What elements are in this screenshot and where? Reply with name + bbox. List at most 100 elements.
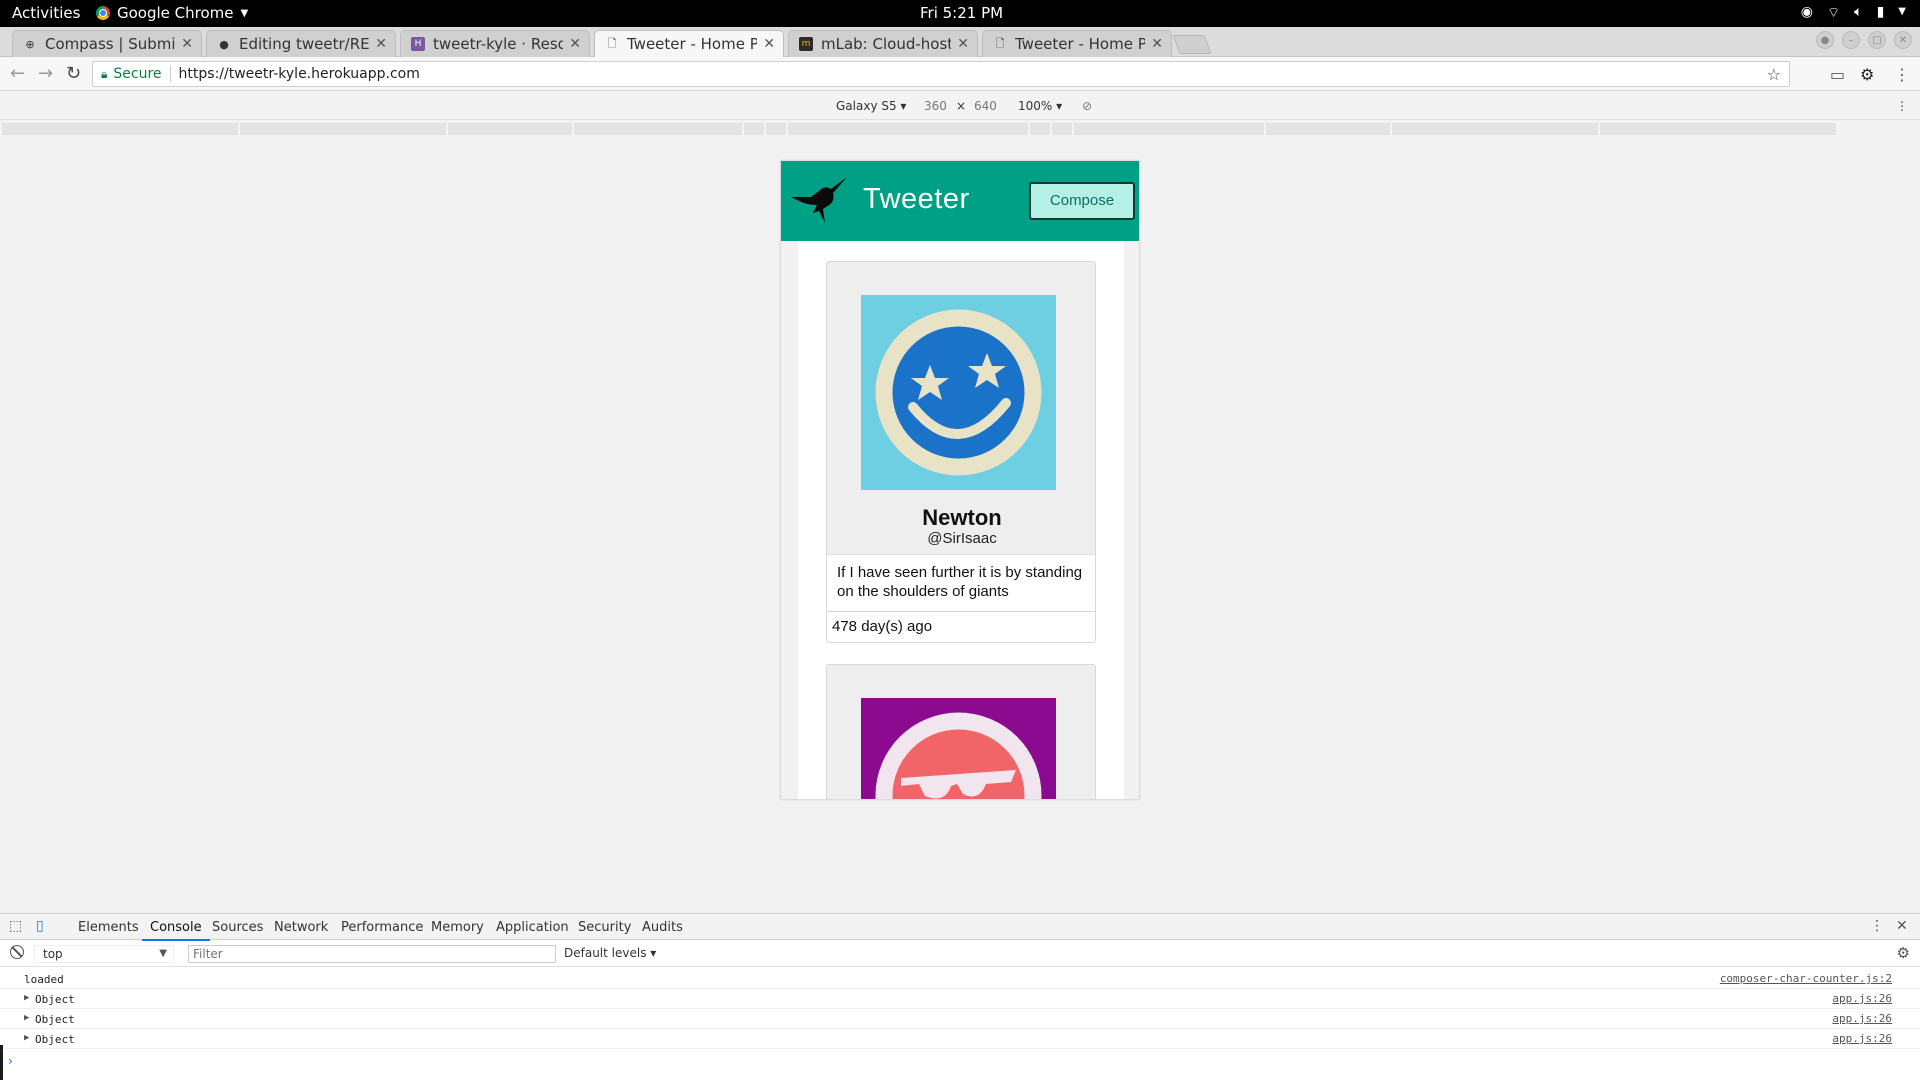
close-icon[interactable]: ✕: [181, 36, 193, 52]
clock[interactable]: Fri 5:21 PM: [920, 4, 1003, 22]
devtools-tab-network[interactable]: Network: [274, 920, 328, 935]
close-icon[interactable]: ✕: [569, 36, 581, 52]
zoom-select[interactable]: 100% ▾: [1018, 99, 1062, 113]
log-source-link[interactable]: app.js:26: [1832, 992, 1892, 1005]
log-source-link[interactable]: composer-char-counter.js:2: [1720, 972, 1892, 985]
address-bar[interactable]: 🔒︎ Secure https://tweetr-kyle.herokuapp.…: [92, 61, 1790, 87]
tweet-timestamp: 478 day(s) ago: [827, 612, 1095, 642]
gear-icon[interactable]: ⚙: [1897, 944, 1910, 962]
forward-arrow-icon[interactable]: →: [38, 63, 53, 84]
heroku-icon: H: [411, 37, 425, 51]
device-toolbar: Galaxy S5 ▾ 360 × 640 100% ▾ ⊘ ⋮: [0, 92, 1920, 120]
url-text[interactable]: https://tweetr-kyle.herokuapp.com: [179, 66, 420, 82]
devtools-panel: ⬚ ▯ Elements Console Sources Network Per…: [0, 913, 1920, 1080]
device-height[interactable]: 640: [974, 99, 997, 113]
console-log-row: loaded composer-char-counter.js:2: [0, 969, 1920, 989]
inspect-element-icon[interactable]: ⬚: [9, 918, 22, 934]
tab-title: mLab: Cloud-hoste: [821, 35, 952, 53]
window-controls: ● – □ ✕: [1816, 31, 1912, 49]
devtools-tab-performance[interactable]: Performance: [341, 920, 423, 935]
log-message[interactable]: Object: [35, 1033, 75, 1046]
log-levels-select[interactable]: Default levels ▾: [564, 946, 656, 960]
log-source-link[interactable]: app.js:26: [1832, 1032, 1892, 1045]
app-title: Tweeter: [863, 183, 970, 215]
caret-down-icon: ▼: [159, 948, 167, 959]
close-icon[interactable]: ✕: [1151, 36, 1163, 52]
back-arrow-icon[interactable]: ←: [10, 63, 25, 84]
page-icon: 🗋︎: [607, 36, 617, 50]
log-message[interactable]: Object: [35, 1013, 75, 1026]
tweet-card: [826, 664, 1096, 799]
more-options-icon[interactable]: ⋮: [1896, 99, 1908, 113]
minimize-icon[interactable]: –: [1842, 31, 1860, 49]
console-filter-input[interactable]: [188, 945, 556, 963]
clear-console-icon[interactable]: [10, 945, 24, 959]
devtools-tab-security[interactable]: Security: [578, 920, 631, 935]
chrome-menu-icon[interactable]: ⋮: [1894, 65, 1910, 84]
app-navbar: Tweeter Compose: [781, 161, 1139, 241]
page-icon: 🗋︎: [995, 36, 1005, 50]
rotate-icon[interactable]: ⊘: [1082, 99, 1092, 113]
lock-icon: 🔒︎: [101, 66, 108, 81]
device-width[interactable]: 360: [924, 99, 947, 113]
tab-mlab[interactable]: m mLab: Cloud-hoste ✕: [788, 30, 978, 57]
dimension-separator: ×: [956, 99, 967, 113]
devtools-tab-application[interactable]: Application: [496, 920, 569, 935]
compose-button[interactable]: Compose: [1029, 182, 1135, 220]
reload-icon[interactable]: ↻: [66, 63, 81, 84]
tab-tweeter-active[interactable]: 🗋︎ Tweeter - Home Pa ✕: [594, 30, 784, 57]
extension-icon[interactable]: ⚙: [1860, 65, 1874, 84]
tab-compass[interactable]: ⊕ Compass | Submit F ✕: [12, 30, 202, 57]
devtools-tab-sources[interactable]: Sources: [212, 920, 263, 935]
window-edge: [0, 1045, 3, 1080]
tab-title: tweetr-kyle · Resou: [433, 35, 564, 53]
close-devtools-icon[interactable]: ✕: [1896, 918, 1908, 934]
log-source-link[interactable]: app.js:26: [1832, 1012, 1892, 1025]
device-toggle-icon[interactable]: ▯: [36, 918, 44, 934]
new-tab-button[interactable]: [1172, 35, 1212, 54]
devtools-tab-audits[interactable]: Audits: [642, 920, 683, 935]
devtools-menu-icon[interactable]: ⋮: [1870, 918, 1884, 934]
device-select[interactable]: Galaxy S5 ▾: [836, 99, 906, 113]
emulated-device: Tweeter Compose Newton @SirIsaac If I ha…: [780, 160, 1140, 800]
tweet-author-handle: @SirIsaac: [927, 530, 997, 547]
chrome-icon: [96, 6, 110, 20]
expand-triangle-icon[interactable]: ▶: [24, 1013, 29, 1023]
console-log-row[interactable]: ▶ Object app.js:26: [0, 989, 1920, 1009]
log-message[interactable]: Object: [35, 993, 75, 1006]
profile-icon[interactable]: ●: [1816, 31, 1834, 49]
extension-icon[interactable]: ▭: [1830, 65, 1845, 84]
tweet-feed: Newton @SirIsaac If I have seen further …: [798, 241, 1124, 799]
app-menu[interactable]: Google Chrome ▼: [96, 4, 248, 22]
console-log-row[interactable]: ▶ Object app.js:26: [0, 1029, 1920, 1049]
activities-button[interactable]: Activities: [12, 4, 80, 22]
console-prompt[interactable]: ›: [8, 1054, 13, 1068]
maximize-icon[interactable]: □: [1868, 31, 1886, 49]
close-window-icon[interactable]: ✕: [1894, 31, 1912, 49]
tab-github[interactable]: ● Editing tweetr/REA ✕: [206, 30, 396, 57]
devtools-tab-elements[interactable]: Elements: [78, 920, 139, 935]
volume-icon[interactable]: 🔈︎: [1854, 4, 1862, 22]
context-select[interactable]: top ▼: [34, 945, 174, 963]
tweet-card: Newton @SirIsaac If I have seen further …: [826, 261, 1096, 643]
wifi-icon[interactable]: ⌔: [1827, 4, 1840, 22]
record-icon[interactable]: ◉: [1801, 4, 1813, 22]
close-icon[interactable]: ✕: [375, 36, 387, 52]
close-icon[interactable]: ✕: [957, 36, 969, 52]
caret-down-icon[interactable]: ▼: [1898, 4, 1906, 22]
bookmark-star-icon[interactable]: ☆: [1767, 65, 1781, 84]
tab-heroku[interactable]: H tweetr-kyle · Resou ✕: [400, 30, 590, 57]
expand-triangle-icon[interactable]: ▶: [24, 1033, 29, 1043]
tab-tweeter[interactable]: 🗋︎ Tweeter - Home Pa ✕: [982, 30, 1172, 57]
tab-title: Compass | Submit F: [45, 35, 176, 53]
devtools-tab-console[interactable]: Console: [142, 920, 210, 941]
console-log-row[interactable]: ▶ Object app.js:26: [0, 1009, 1920, 1029]
divider: [169, 66, 171, 82]
tab-title: Editing tweetr/REA: [239, 35, 370, 53]
battery-icon[interactable]: ▮: [1877, 4, 1885, 22]
media-query-bar[interactable]: [0, 121, 1920, 137]
devtools-tab-memory[interactable]: Memory: [431, 920, 484, 935]
expand-triangle-icon[interactable]: ▶: [24, 993, 29, 1003]
system-tray[interactable]: ◉ ⌔ 🔈︎ ▮ ▼: [1801, 4, 1906, 22]
close-icon[interactable]: ✕: [763, 36, 775, 52]
